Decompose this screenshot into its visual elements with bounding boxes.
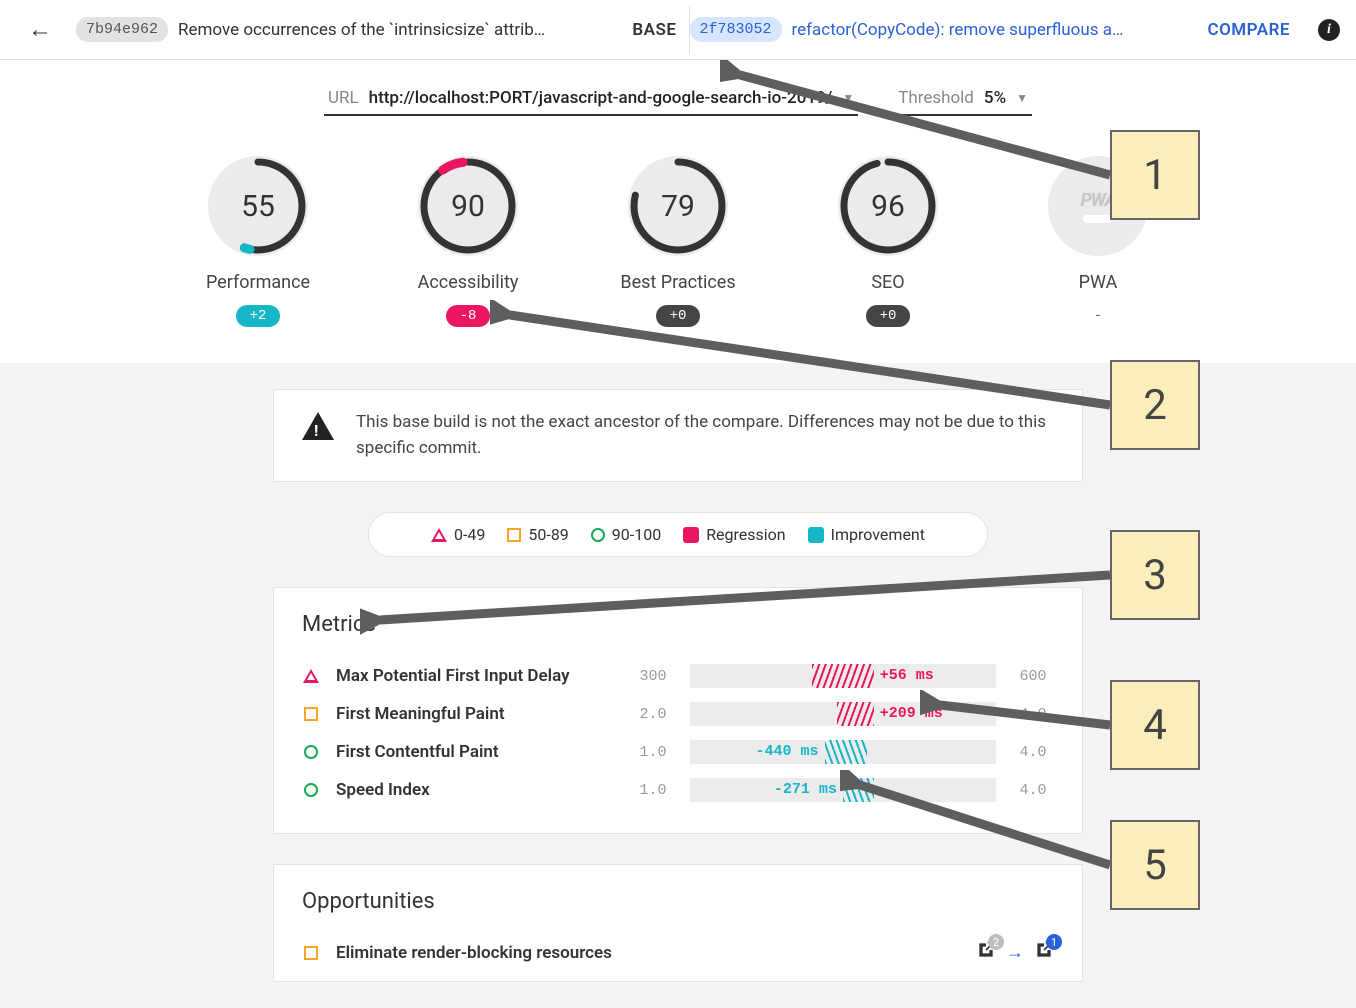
subheader: URL http://localhost:PORT/javascript-and…	[0, 60, 1356, 126]
top-bar: ← 7b94e962 Remove occurrences of the `in…	[0, 0, 1356, 60]
open-base-report-icon[interactable]: 2	[976, 940, 996, 965]
gauge-accessibility[interactable]: 90 Accessibility -8	[398, 156, 538, 327]
metric-min: 1.0	[632, 782, 674, 799]
opportunity-shape-icon	[302, 946, 320, 960]
legend-fail: 0-49	[431, 525, 485, 544]
compare-count-badge: 1	[1046, 934, 1062, 950]
pwa-delta: -	[1076, 305, 1120, 327]
legend: 0-49 50-89 90-100 Regression Improvement	[368, 512, 988, 557]
gauge-performance[interactable]: 55 Performance +2	[188, 156, 328, 327]
metric-shape-icon	[302, 745, 320, 759]
seo-delta: +0	[866, 305, 910, 327]
metric-bar: -271 ms	[690, 778, 996, 802]
circle-icon	[591, 528, 605, 542]
metric-name: Max Potential First Input Delay	[336, 666, 616, 686]
metric-shape-icon	[302, 707, 320, 721]
opportunity-links: 2 → 1	[976, 940, 1054, 965]
opportunity-name: Eliminate render-blocking resources	[336, 943, 960, 963]
warning-icon	[302, 412, 334, 440]
gauge-seo[interactable]: 96 SEO +0	[818, 156, 958, 327]
warning-text: This base build is not the exact ancesto…	[356, 410, 1054, 461]
threshold-selector[interactable]: Threshold 5% ▼	[894, 88, 1032, 116]
metric-name: First Meaningful Paint	[336, 704, 616, 724]
metric-min: 2.0	[632, 706, 674, 723]
callout-2: 2	[1110, 360, 1200, 450]
gauge-title: SEO	[871, 272, 904, 293]
threshold-label: Threshold	[898, 88, 974, 108]
chevron-down-icon: ▼	[842, 91, 854, 105]
metric-row[interactable]: First Meaningful Paint 2.0 +209 ms 4.0	[302, 695, 1054, 733]
url-value: http://localhost:PORT/javascript-and-goo…	[369, 88, 833, 108]
compare-label: COMPARE	[1207, 20, 1290, 40]
gauge-title: Performance	[206, 272, 310, 293]
opportunities-card: Opportunities Eliminate render-blocking …	[273, 864, 1083, 982]
performance-delta: +2	[236, 305, 280, 327]
metrics-title: Metrics	[302, 612, 1054, 637]
metric-delta: -271 ms	[774, 781, 837, 798]
metric-row[interactable]: First Contentful Paint 1.0 -440 ms 4.0	[302, 733, 1054, 771]
callout-3: 3	[1110, 530, 1200, 620]
compare-commit[interactable]: 2f783052 refactor(CopyCode): remove supe…	[690, 17, 1303, 42]
url-label: URL	[328, 88, 359, 108]
improvement-swatch	[808, 527, 824, 543]
metric-name: First Contentful Paint	[336, 742, 616, 762]
back-button[interactable]: ←	[16, 7, 64, 52]
warning-card: This base build is not the exact ancesto…	[273, 389, 1083, 482]
metric-min: 1.0	[632, 744, 674, 761]
metric-max: 600	[1012, 668, 1054, 685]
arrow-right-icon: →	[1006, 942, 1024, 963]
legend-improvement: Improvement	[808, 525, 925, 544]
threshold-value: 5%	[984, 88, 1006, 108]
best-practices-delta: +0	[656, 305, 700, 327]
square-icon	[507, 528, 521, 542]
metric-bar: +56 ms	[690, 664, 996, 688]
gauge-title: Best Practices	[620, 272, 735, 293]
regression-swatch	[683, 527, 699, 543]
metric-shape-icon	[302, 783, 320, 797]
open-compare-report-icon[interactable]: 1	[1034, 940, 1054, 965]
opportunities-title: Opportunities	[302, 889, 1054, 914]
legend-pass: 90-100	[591, 525, 661, 544]
callout-4: 4	[1110, 680, 1200, 770]
base-count-badge: 2	[988, 934, 1004, 950]
base-message: Remove occurrences of the `intrinsicsize…	[178, 20, 622, 40]
gauge-title: Accessibility	[418, 272, 519, 293]
info-icon[interactable]: i	[1318, 19, 1340, 41]
metric-max: 4.0	[1012, 744, 1054, 761]
metrics-card: Metrics Max Potential First Input Delay …	[273, 587, 1083, 834]
accessibility-score: 90	[451, 189, 485, 224]
metric-row[interactable]: Max Potential First Input Delay 300 +56 …	[302, 657, 1054, 695]
callout-5: 5	[1110, 820, 1200, 910]
metric-bar: -440 ms	[690, 740, 996, 764]
gauge-title: PWA	[1079, 272, 1118, 293]
metric-max: 4.0	[1012, 782, 1054, 799]
legend-average: 50-89	[507, 525, 568, 544]
metric-delta: -440 ms	[756, 743, 819, 760]
opportunity-row[interactable]: Eliminate render-blocking resources 2 → …	[302, 934, 1054, 971]
metric-shape-icon	[302, 669, 320, 683]
legend-regression: Regression	[683, 525, 785, 544]
seo-score: 96	[871, 189, 905, 224]
triangle-icon	[431, 528, 447, 542]
metric-max: 4.0	[1012, 706, 1054, 723]
base-commit[interactable]: 7b94e962 Remove occurrences of the `intr…	[76, 17, 689, 42]
base-hash: 7b94e962	[76, 17, 168, 42]
metric-min: 300	[632, 668, 674, 685]
base-label: BASE	[632, 20, 676, 40]
metric-row[interactable]: Speed Index 1.0 -271 ms 4.0	[302, 771, 1054, 809]
compare-hash: 2f783052	[690, 17, 782, 42]
best-practices-score: 79	[661, 189, 695, 224]
url-selector[interactable]: URL http://localhost:PORT/javascript-and…	[324, 88, 858, 116]
metric-delta: +209 ms	[880, 705, 943, 722]
compare-message: refactor(CopyCode): remove superfluous a…	[792, 20, 1198, 40]
chevron-down-icon: ▼	[1016, 91, 1028, 105]
metric-delta: +56 ms	[880, 667, 934, 684]
gauge-best-practices[interactable]: 79 Best Practices +0	[608, 156, 748, 327]
accessibility-delta: -8	[446, 305, 490, 327]
metric-bar: +209 ms	[690, 702, 996, 726]
metric-name: Speed Index	[336, 780, 616, 800]
callout-1: 1	[1110, 130, 1200, 220]
performance-score: 55	[241, 189, 275, 224]
